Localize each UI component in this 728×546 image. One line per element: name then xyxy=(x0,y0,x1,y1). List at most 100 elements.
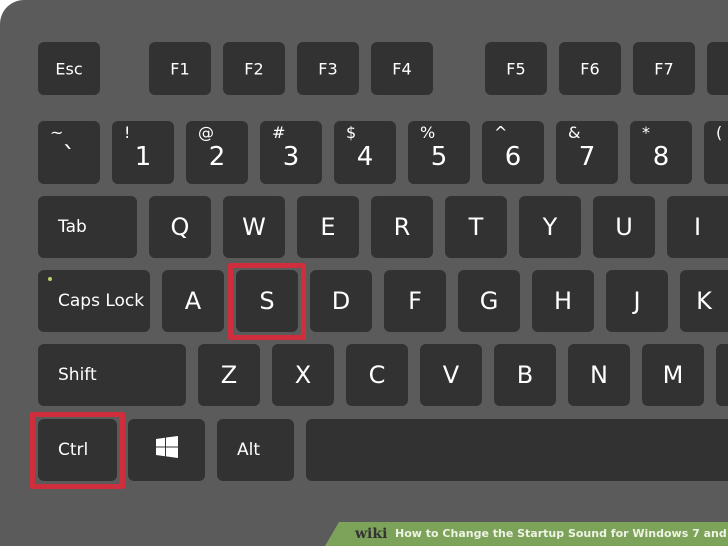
u-key[interactable]: U xyxy=(593,196,655,258)
shift-symbol: & xyxy=(568,123,581,142)
key-label: K xyxy=(696,287,712,315)
key-label: R xyxy=(393,213,411,241)
shift-symbol: # xyxy=(272,123,286,142)
7-key[interactable]: & 7 xyxy=(556,121,618,184)
i-key[interactable]: I xyxy=(667,196,728,258)
partial-key[interactable] xyxy=(716,344,728,406)
key-label: F7 xyxy=(654,59,674,78)
key-label: 4 xyxy=(356,142,374,172)
keyboard: Esc F1 F2 F3 F4 F5 F6 F7 ~ `! 1 @2 #3 $4% 5 ^ 6 & 7 * 8(Tab Q… xyxy=(0,0,728,546)
key-label: N xyxy=(590,361,608,389)
article-title: to Change the Startup Sound for Windows … xyxy=(425,527,728,540)
key-label: J xyxy=(633,287,641,315)
b-key[interactable]: B xyxy=(494,344,556,406)
shift-symbol: ^ xyxy=(494,123,508,142)
tab-key[interactable]: Tab xyxy=(38,196,137,258)
f5-key[interactable]: F5 xyxy=(485,42,547,95)
v-key[interactable]: V xyxy=(420,344,482,406)
key-label: W xyxy=(242,213,266,241)
f3-key[interactable]: F3 xyxy=(297,42,359,95)
key-label: I xyxy=(693,213,702,241)
key-label: F6 xyxy=(580,59,600,78)
esc-key[interactable]: Esc xyxy=(38,42,100,95)
key-label: A xyxy=(184,287,202,315)
wiki-logo: wiki xyxy=(355,526,388,542)
key-label: F5 xyxy=(506,59,526,78)
shift-symbol: $ xyxy=(346,123,357,142)
key-label: Y xyxy=(542,213,558,241)
c-key[interactable]: C xyxy=(346,344,408,406)
f2-key[interactable]: F2 xyxy=(223,42,285,95)
alt-key[interactable]: Alt xyxy=(217,419,294,481)
3-key[interactable]: #3 xyxy=(260,121,322,184)
6-key[interactable]: ^ 6 xyxy=(482,121,544,184)
key-label: F3 xyxy=(318,59,338,78)
m-key[interactable]: M xyxy=(642,344,704,406)
g-key[interactable]: G xyxy=(458,270,520,332)
key-label: 7 xyxy=(578,142,596,172)
z-key[interactable]: Z xyxy=(198,344,260,406)
highlight-box xyxy=(228,263,306,340)
w-key[interactable]: W xyxy=(223,196,285,258)
x-key[interactable]: X xyxy=(272,344,334,406)
key-label: 1 xyxy=(134,142,152,172)
key-label: 8 xyxy=(652,142,670,172)
key-label: 2 xyxy=(208,142,226,172)
key-label: C xyxy=(368,361,386,389)
key-label: 5 xyxy=(430,142,448,172)
key-label: F2 xyxy=(244,59,264,78)
n-key[interactable]: N xyxy=(568,344,630,406)
key-label: F1 xyxy=(170,59,190,78)
r-key[interactable]: R xyxy=(371,196,433,258)
key-label: 3 xyxy=(282,142,300,172)
q-key[interactable]: Q xyxy=(149,196,211,258)
shift-key[interactable]: Shift xyxy=(38,344,186,406)
shift-symbol: % xyxy=(420,123,436,142)
key-label: F4 xyxy=(392,59,412,78)
e-key[interactable]: E xyxy=(297,196,359,258)
2-key[interactable]: @2 xyxy=(186,121,248,184)
key-label: T xyxy=(468,213,484,241)
key-label: Q xyxy=(170,213,190,241)
windows-key[interactable] xyxy=(128,419,205,481)
key-label: Shift xyxy=(58,365,97,385)
f4-key[interactable]: F4 xyxy=(371,42,433,95)
space-key[interactable] xyxy=(306,419,728,481)
key-label: Z xyxy=(220,361,238,389)
key-label: G xyxy=(479,287,499,315)
key-label: V xyxy=(442,361,460,389)
f-key[interactable]: F xyxy=(384,270,446,332)
a-key[interactable]: A xyxy=(162,270,224,332)
j-key[interactable]: J xyxy=(606,270,668,332)
key-label: U xyxy=(615,213,633,241)
wikihow-banner: wiki How to Change the Startup Sound for… xyxy=(325,522,728,546)
caps-lock-key[interactable]: Caps Lock xyxy=(38,270,150,332)
8-key[interactable]: * 8 xyxy=(630,121,692,184)
y-key[interactable]: Y xyxy=(519,196,581,258)
f6-key[interactable]: F6 xyxy=(559,42,621,95)
h-key[interactable]: H xyxy=(532,270,594,332)
partial-key[interactable] xyxy=(707,42,728,95)
highlight-box xyxy=(30,412,125,489)
k-key[interactable]: K xyxy=(680,270,728,332)
partial-key[interactable]: ( xyxy=(704,121,728,184)
f7-key[interactable]: F7 xyxy=(633,42,695,95)
how-logo: How xyxy=(395,527,422,540)
shift-symbol: ! xyxy=(124,123,131,142)
key-label: F xyxy=(408,287,422,315)
5-key[interactable]: % 5 xyxy=(408,121,470,184)
key-label: E xyxy=(320,213,336,241)
`-key[interactable]: ~ ` xyxy=(38,121,100,184)
key-label: Alt xyxy=(237,440,261,460)
f1-key[interactable]: F1 xyxy=(149,42,211,95)
shift-symbol: ~ xyxy=(50,123,64,142)
1-key[interactable]: ! 1 xyxy=(112,121,174,184)
key-label: Esc xyxy=(55,59,83,78)
t-key[interactable]: T xyxy=(445,196,507,258)
key-label: H xyxy=(553,287,573,315)
key-label: 6 xyxy=(504,142,522,172)
4-key[interactable]: $4 xyxy=(334,121,396,184)
d-key[interactable]: D xyxy=(310,270,372,332)
shift-symbol: ( xyxy=(716,123,723,142)
key-label: M xyxy=(662,361,684,389)
